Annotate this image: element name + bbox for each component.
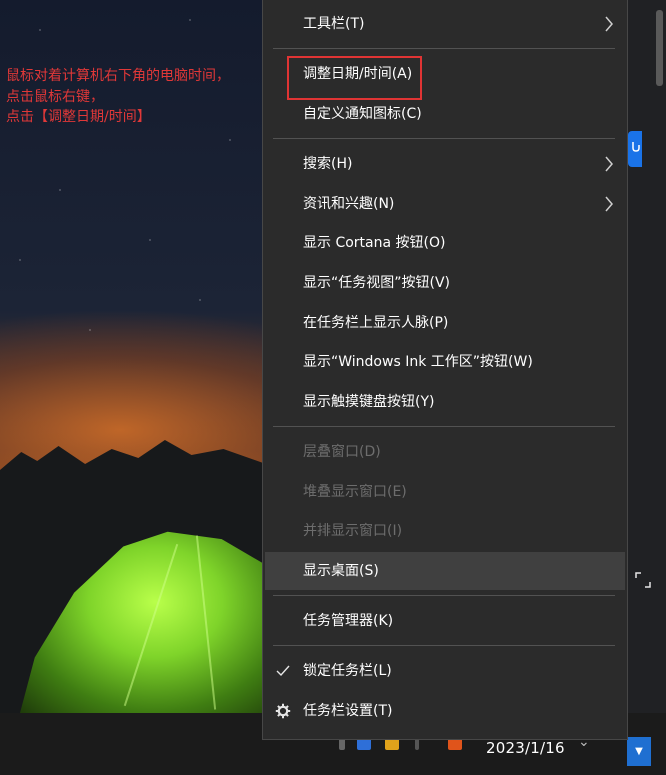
menu-separator bbox=[273, 645, 615, 646]
instruction-annotation: 鼠标对着计算机右下角的电脑时间， 点击鼠标右键， 点击【调整日期/时间】 bbox=[6, 66, 266, 128]
chevron-right-icon bbox=[605, 196, 613, 212]
taskbar-dropdown-button[interactable]: ▼ bbox=[627, 737, 651, 766]
menu-item-search[interactable]: 搜索(H) bbox=[263, 145, 627, 183]
annotation-line: 鼠标对着计算机右下角的电脑时间， bbox=[6, 68, 230, 84]
menu-item-toolbar[interactable]: 工具栏(T) bbox=[263, 5, 627, 43]
menu-item-news-and-interests[interactable]: 资讯和兴趣(N) bbox=[263, 185, 627, 223]
menu-item-label: 并排显示窗口(I) bbox=[303, 523, 403, 539]
menu-item-task-manager[interactable]: 任务管理器(K) bbox=[263, 602, 627, 640]
menu-item-cascade-windows: 层叠窗口(D) bbox=[263, 433, 627, 471]
menu-item-label: 显示桌面(S) bbox=[303, 563, 379, 579]
gear-icon bbox=[275, 703, 291, 719]
annotation-line: 点击鼠标右键， bbox=[6, 88, 104, 105]
menu-item-show-touch-keyboard-button[interactable]: 显示触摸键盘按钮(Y) bbox=[263, 383, 627, 421]
taskbar-context-menu: 工具栏(T) 调整日期/时间(A) 自定义通知图标(C) 搜索(H) 资讯和兴趣… bbox=[262, 0, 628, 740]
menu-item-label: 搜索(H) bbox=[303, 156, 353, 172]
menu-separator bbox=[273, 138, 615, 139]
link-icon bbox=[632, 142, 640, 152]
menu-item-label: 工具栏(T) bbox=[303, 16, 365, 32]
menu-item-show-cortana-button[interactable]: 显示 Cortana 按钮(O) bbox=[263, 224, 627, 262]
menu-separator bbox=[273, 595, 615, 596]
menu-item-label: 资讯和兴趣(N) bbox=[303, 196, 395, 212]
expand-icon[interactable] bbox=[634, 571, 652, 589]
menu-item-label: 显示 Cortana 按钮(O) bbox=[303, 235, 446, 251]
menu-item-label: 层叠窗口(D) bbox=[303, 444, 381, 460]
chevron-right-icon bbox=[605, 156, 613, 172]
menu-item-show-people[interactable]: 在任务栏上显示人脉(P) bbox=[263, 304, 627, 342]
menu-item-side-by-side-windows: 并排显示窗口(I) bbox=[263, 512, 627, 550]
menu-item-taskbar-settings[interactable]: 任务栏设置(T) bbox=[263, 692, 627, 730]
menu-item-lock-taskbar[interactable]: 锁定任务栏(L) bbox=[263, 652, 627, 690]
menu-item-stack-windows: 堆叠显示窗口(E) bbox=[263, 473, 627, 511]
menu-item-show-task-view-button[interactable]: 显示“任务视图”按钮(V) bbox=[263, 264, 627, 302]
taskbar-date[interactable]: 2023/1/16 bbox=[486, 739, 565, 757]
menu-item-customize-notification-icons[interactable]: 自定义通知图标(C) bbox=[263, 95, 627, 133]
menu-item-label: 锁定任务栏(L) bbox=[303, 663, 392, 679]
scrollbar-thumb[interactable] bbox=[656, 10, 663, 86]
annotation-line: 点击【调整日期/时间】 bbox=[6, 109, 151, 125]
menu-item-label: 自定义通知图标(C) bbox=[303, 106, 422, 122]
menu-item-label: 显示“任务视图”按钮(V) bbox=[303, 275, 451, 291]
menu-item-label: 任务栏设置(T) bbox=[303, 703, 393, 719]
menu-separator bbox=[273, 48, 615, 49]
highlight-annotation-box bbox=[287, 56, 422, 100]
edge-sidebar-icon[interactable] bbox=[628, 131, 642, 167]
checkmark-icon bbox=[276, 665, 290, 677]
menu-item-label: 在任务栏上显示人脉(P) bbox=[303, 315, 449, 331]
menu-item-label: 显示触摸键盘按钮(Y) bbox=[303, 394, 435, 410]
menu-item-label: 堆叠显示窗口(E) bbox=[303, 484, 407, 500]
menu-item-show-windows-ink-button[interactable]: 显示“Windows Ink 工作区”按钮(W) bbox=[263, 343, 627, 381]
menu-item-label: 显示“Windows Ink 工作区”按钮(W) bbox=[303, 354, 533, 370]
background-window-edge bbox=[626, 0, 666, 742]
menu-item-label: 任务管理器(K) bbox=[303, 613, 394, 629]
menu-separator bbox=[273, 426, 615, 427]
menu-item-show-desktop[interactable]: 显示桌面(S) bbox=[265, 552, 625, 590]
chevron-right-icon bbox=[605, 16, 613, 32]
